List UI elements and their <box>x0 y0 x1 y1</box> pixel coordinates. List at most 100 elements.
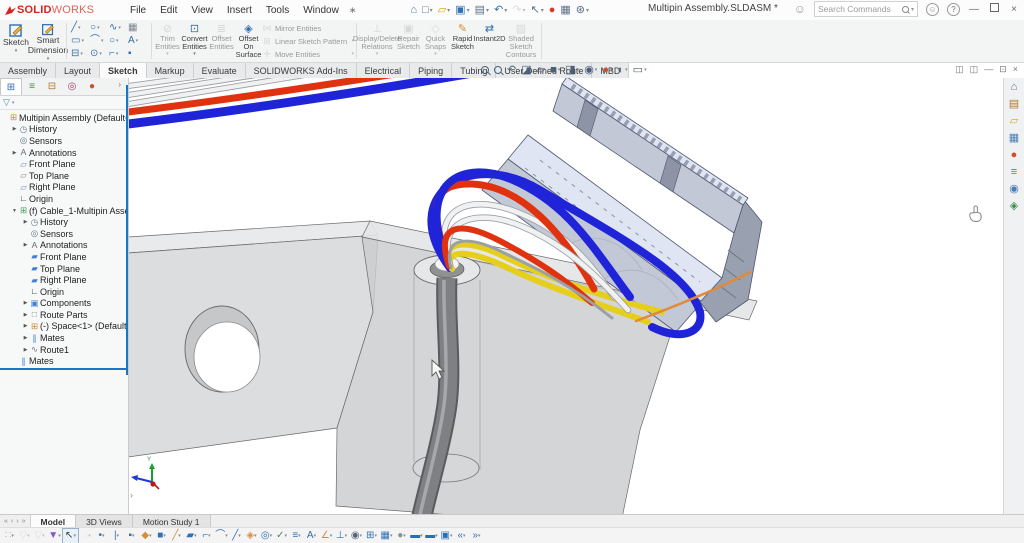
tree-item-sensors[interactable]: ◎ Sensors <box>0 135 128 147</box>
filter-arcs-icon[interactable]: ⌒ ▾ <box>214 529 229 543</box>
menu-window[interactable]: Window <box>303 5 339 16</box>
window-restore-button[interactable] <box>988 3 1000 15</box>
tree-item-cable1-origin[interactable]: ∟ Origin <box>0 286 128 298</box>
tree-item-route1[interactable]: ▶ ∿ Route1 <box>0 344 128 356</box>
tree-item-front-plane[interactable]: ▱ Front Plane <box>0 158 128 170</box>
subscription-services-icon[interactable]: ◈ <box>1010 200 1018 213</box>
filter-edges-icon[interactable]: ▽ ▾ <box>32 529 47 543</box>
appearances-scenes-icon[interactable]: ● <box>1011 149 1018 162</box>
filter-centerlines-icon[interactable]: ╱ ▾ <box>229 529 244 543</box>
equation-tool[interactable]: ▪ <box>128 48 147 61</box>
filter-holes-icon[interactable]: ◎ ▾ <box>259 529 274 543</box>
tree-item-annotations[interactable]: ▶ A Annotations <box>0 147 128 159</box>
pane-split-right-icon[interactable]: ◫ <box>970 64 979 75</box>
filter-caret-icon[interactable]: ▾ <box>12 100 15 106</box>
tab-markup[interactable]: Markup <box>147 62 194 78</box>
view-orientation-icon[interactable]: ■ ▾ <box>549 65 561 76</box>
smart-dimension-button[interactable]: Smart Dimension ▾ <box>32 20 64 62</box>
annotation-views-icon[interactable]: ▱ <box>536 65 546 76</box>
print-icon[interactable]: ▤ ▾ <box>473 2 491 18</box>
tree-item-cable1-mates[interactable]: ▶ ∥ Mates <box>0 332 128 344</box>
filter-angle-icon[interactable]: ∠ ▾ <box>319 529 334 543</box>
filter-sketch-points-icon[interactable]: • ▾ <box>94 529 109 543</box>
filter-surface-bodies-icon[interactable]: ◆ ▾ <box>139 529 154 543</box>
filter-annotations-icon[interactable]: A ▾ <box>304 529 319 543</box>
tree-item-cable1-assembly[interactable]: ▼ ⊞ (f) Cable_1-Multipin Assembly<1> ( <box>0 205 128 217</box>
pin-menu-icon[interactable]: ∗ <box>349 5 357 16</box>
point-tool[interactable]: ⊙ ▾ <box>90 48 109 61</box>
route-connector2-icon[interactable]: ▬ ▾ <box>424 529 439 543</box>
tree-item-origin[interactable]: ∟ Origin <box>0 193 128 205</box>
view-settings-icon[interactable]: ▭ ▾ <box>632 65 648 76</box>
tab-assembly[interactable]: Assembly <box>0 62 56 78</box>
zoom-to-fit-icon[interactable] <box>480 66 490 74</box>
expand-arrow-icon[interactable]: ▶ <box>22 335 29 341</box>
expand-arrow-icon[interactable]: ▶ <box>22 300 29 306</box>
featuremanager-tab[interactable]: ⊞ <box>0 78 22 95</box>
spline-tool[interactable]: ∿ ▾ <box>109 22 128 35</box>
apply-scene-icon[interactable]: ◐ ▾ <box>616 65 628 76</box>
rectangle-tool[interactable]: ▭ ▾ <box>71 35 90 48</box>
file-explorer-icon[interactable]: ▱ <box>1010 115 1018 128</box>
filter-solid-bodies-icon[interactable]: ■ ▾ <box>154 529 169 543</box>
magnified-selection-icon[interactable]: ◉ ▾ <box>349 529 364 543</box>
filter-coordinate-systems-icon[interactable]: ⊥ ▾ <box>334 529 349 543</box>
menu-file[interactable]: File <box>130 5 146 16</box>
home-icon[interactable]: ⌂ <box>408 2 419 18</box>
tree-item-cable1-top-plane[interactable]: ▰ Top Plane <box>0 263 128 275</box>
dimxpert-manager-tab[interactable]: ◎ <box>62 79 82 95</box>
tree-item-cable1-history[interactable]: ▶ ◷ History <box>0 216 128 228</box>
expand-arrow-icon[interactable]: ▶ <box>11 126 18 132</box>
propertymanager-tab[interactable]: ≡ <box>22 79 42 95</box>
filter-verification-icon[interactable]: ✓ ▾ <box>274 529 289 543</box>
design-library-icon[interactable]: ▤ <box>1009 98 1019 111</box>
expand-arrow-icon[interactable]: ▶ <box>11 150 18 156</box>
panel-collapse-handle[interactable]: › <box>130 490 133 500</box>
hide-show-items-icon[interactable]: ◉ ▾ <box>583 65 598 76</box>
quick-snaps-button[interactable]: ◇ Quick Snaps ▾ <box>422 20 449 62</box>
search-icon[interactable] <box>902 6 909 13</box>
filter-features-icon[interactable]: ◈ ▾ <box>244 529 259 543</box>
tree-item-right-plane[interactable]: ▱ Right Plane <box>0 182 128 194</box>
tree-item-cable1-sensors[interactable]: ◎ Sensors <box>0 228 128 240</box>
rebuild-icon[interactable]: ● <box>547 2 558 18</box>
expand-arrow-icon[interactable]: ▶ <box>22 242 29 248</box>
tab-evaluate[interactable]: Evaluate <box>194 62 246 78</box>
custom-properties-icon[interactable]: ≡ <box>1011 166 1017 179</box>
shaded-sketch-contours-button[interactable]: ▨ Shaded Sketch Contours <box>503 20 539 62</box>
tab-piping[interactable]: Piping <box>410 62 452 78</box>
tree-item-history[interactable]: ▶ ◷ History <box>0 124 128 136</box>
help-icon[interactable]: ? <box>947 3 960 16</box>
display-style-icon[interactable]: ◨ ▾ <box>564 65 580 76</box>
menu-edit[interactable]: Edit <box>160 5 177 16</box>
expand-arrow-icon[interactable]: ▶ <box>22 219 29 225</box>
zoom-to-area-icon[interactable] <box>493 66 503 74</box>
mirror-entities-button[interactable]: ⋈ Mirror Entities <box>262 22 354 34</box>
open-icon[interactable]: ▱ ▾ <box>436 2 452 18</box>
menu-tools[interactable]: Tools <box>266 5 289 16</box>
route-connector-icon[interactable]: ▬ ▾ <box>409 529 424 543</box>
forum-icon[interactable]: ◉ <box>1009 183 1019 196</box>
tree-item-route-parts[interactable]: ▶ □ Route Parts <box>0 309 128 321</box>
expand-arrow-icon[interactable]: ▶ <box>22 347 29 353</box>
tree-item-multipin-assembly[interactable]: ⊞ Multipin Assembly (Default<Display Sta <box>0 112 128 124</box>
instant2d-button[interactable]: ⇄ Instant2D <box>476 20 503 62</box>
linear-sketch-pattern-button[interactable]: ⊞ Linear Sketch Pattern ▾ <box>262 35 354 47</box>
expand-arrow-icon[interactable]: ▶ <box>22 312 29 318</box>
select-icon[interactable]: ↖ ▾ <box>528 2 545 18</box>
solidworks-resources-icon[interactable]: ⌂ <box>1011 81 1018 94</box>
filter-edges2-icon[interactable]: ⌐ ▾ <box>199 529 214 543</box>
filter-sketch-segments-icon[interactable]: | ▾ <box>109 529 124 543</box>
repair-sketch-button[interactable]: ▣ Repair Sketch <box>395 20 422 62</box>
options-icon[interactable]: ⊛ ▾ <box>574 2 591 18</box>
offset-entities-button[interactable]: ≣ Offset Entities <box>208 20 235 62</box>
panel-splitter[interactable] <box>126 85 128 375</box>
tree-tabs-overflow-icon[interactable]: › <box>118 80 124 89</box>
expand-arrow-icon[interactable]: ▼ <box>11 208 18 214</box>
configuration-manager-tab[interactable]: ⊟ <box>42 79 62 95</box>
window-close-button[interactable]: × <box>1008 4 1020 15</box>
filter-axes-icon[interactable]: ╱ ▾ <box>169 529 184 543</box>
filter-faces2-icon[interactable]: ▪ ▾ <box>124 529 139 543</box>
tree-item-top-plane[interactable]: ▱ Top Plane <box>0 170 128 182</box>
tab-electrical[interactable]: Electrical <box>357 62 411 78</box>
